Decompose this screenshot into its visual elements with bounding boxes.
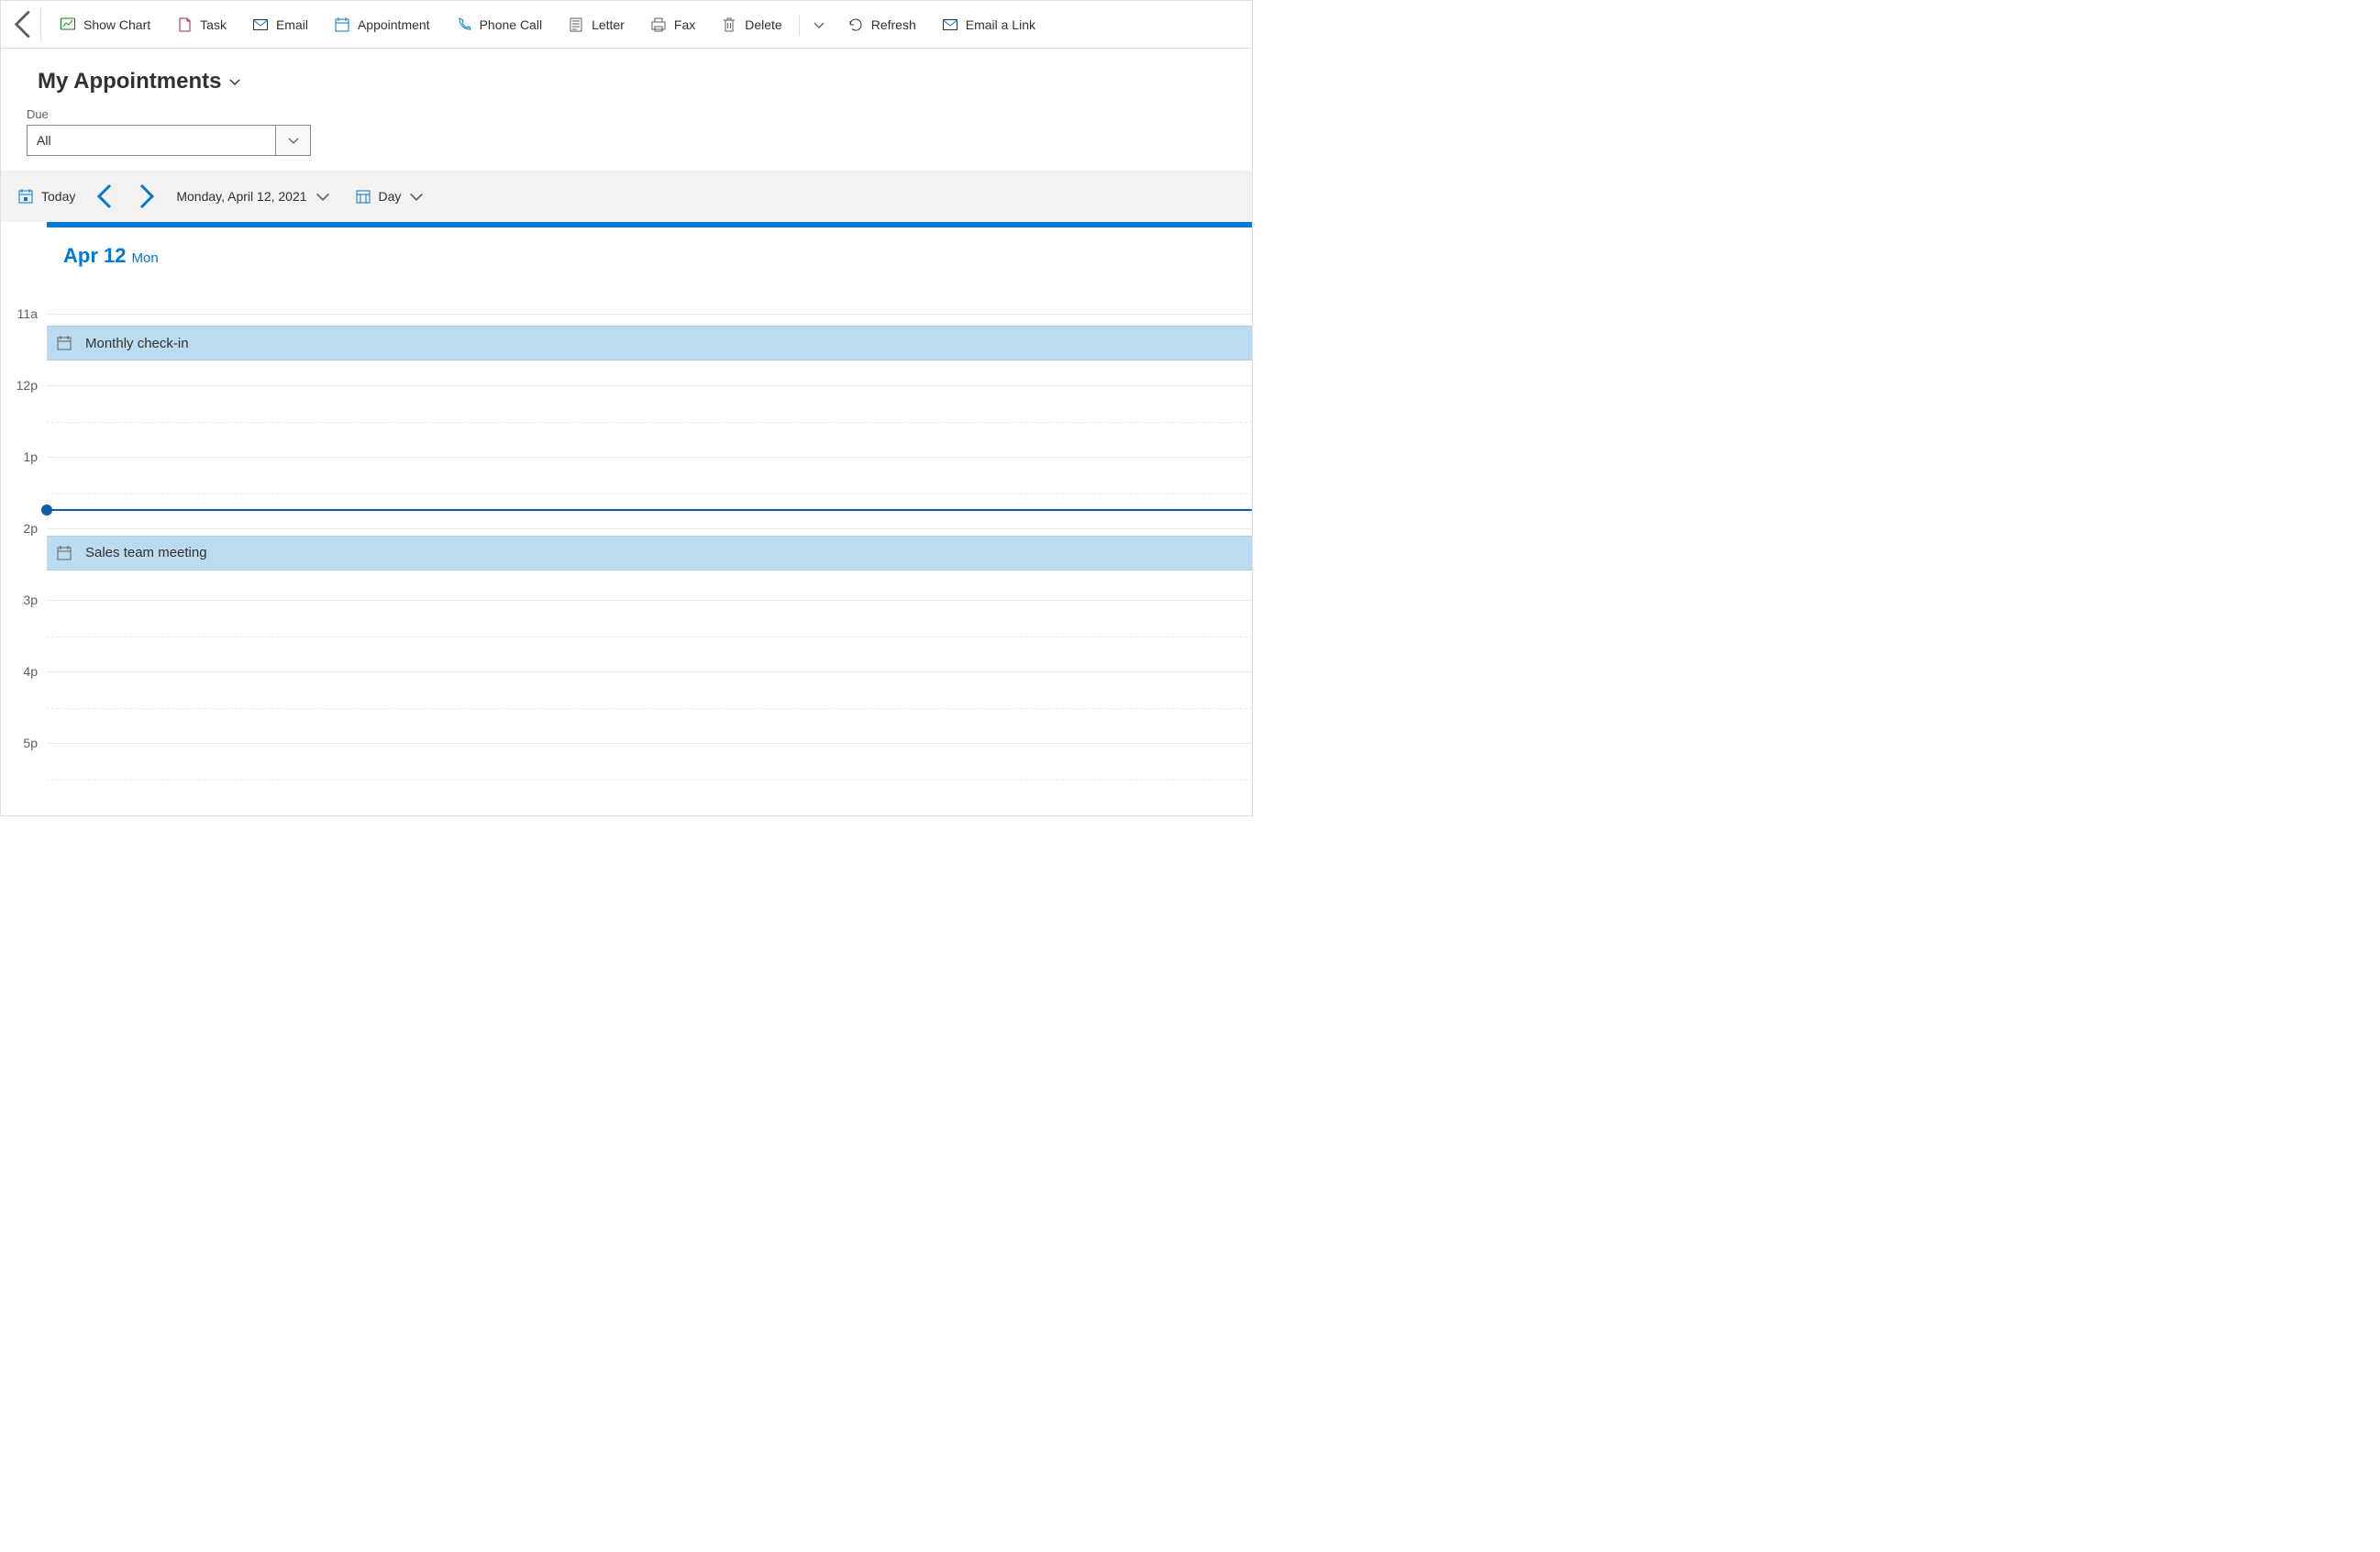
arrow-left-icon — [90, 180, 123, 213]
letter-label: Letter — [592, 17, 625, 32]
time-row: 5p — [1, 743, 1252, 815]
calendar-view-icon — [355, 188, 371, 205]
time-label: 2p — [1, 521, 47, 593]
current-date-label: Monday, April 12, 2021 — [176, 189, 306, 204]
time-slot[interactable] — [47, 457, 1252, 528]
refresh-button[interactable]: Refresh — [836, 8, 927, 41]
date-picker-button[interactable]: Monday, April 12, 2021 — [167, 180, 339, 213]
chevron-down-icon — [228, 75, 241, 88]
time-label: 11a — [1, 306, 47, 378]
separator — [799, 14, 800, 36]
email-link-label: Email a Link — [966, 17, 1035, 32]
email-icon — [252, 17, 269, 33]
today-button[interactable]: Today — [8, 180, 84, 213]
today-label: Today — [41, 189, 75, 204]
chevron-down-icon — [315, 188, 331, 205]
next-day-button[interactable] — [128, 180, 161, 213]
view-mode-button[interactable]: Day — [346, 180, 435, 213]
fax-button[interactable]: Fax — [639, 8, 706, 41]
email-link-icon — [942, 17, 958, 33]
chevron-down-icon — [813, 18, 825, 31]
task-button[interactable]: Task — [165, 8, 238, 41]
overflow-button[interactable] — [805, 8, 833, 41]
view-mode-label: Day — [379, 189, 402, 204]
refresh-label: Refresh — [871, 17, 916, 32]
delete-icon — [721, 17, 737, 33]
email-button[interactable]: Email — [241, 8, 319, 41]
task-label: Task — [200, 17, 227, 32]
time-label: 3p — [1, 593, 47, 664]
calendar-date: Apr 12 — [63, 244, 126, 268]
email-link-button[interactable]: Email a Link — [931, 8, 1046, 41]
command-bar: Show Chart Task Email Appointment Phone … — [1, 1, 1252, 49]
due-filter-block: Due All — [1, 104, 1252, 171]
arrow-right-icon — [128, 180, 161, 213]
prev-day-button[interactable] — [90, 180, 123, 213]
time-label: 5p — [1, 736, 47, 807]
phone-call-button[interactable]: Phone Call — [445, 8, 554, 41]
time-row: 4p — [1, 671, 1252, 743]
calendar-event[interactable]: Sales team meeting — [47, 536, 1252, 571]
event-title: Sales team meeting — [85, 545, 207, 560]
calendar-event[interactable]: Monthly check-in — [47, 326, 1252, 360]
chevron-down-icon — [287, 134, 300, 147]
calendar-day-header: Apr 12 Mon — [1, 227, 1252, 314]
chart-icon — [60, 17, 76, 33]
due-filter-label: Due — [27, 107, 1226, 121]
appointment-icon — [56, 545, 72, 561]
show-chart-label: Show Chart — [83, 17, 150, 32]
email-label: Email — [276, 17, 308, 32]
view-title: My Appointments — [38, 69, 221, 94]
current-time-indicator — [47, 509, 1252, 511]
arrow-left-icon — [8, 8, 40, 40]
calendar-today-icon — [17, 188, 34, 205]
appointment-button[interactable]: Appointment — [323, 8, 441, 41]
calendar-dow: Mon — [131, 250, 158, 266]
refresh-icon — [847, 17, 864, 33]
due-filter-chevron — [275, 126, 310, 155]
time-slot[interactable] — [47, 600, 1252, 671]
time-label: 1p — [1, 449, 47, 521]
time-slot[interactable] — [47, 743, 1252, 815]
view-header: My Appointments — [1, 49, 1252, 104]
appointment-label: Appointment — [358, 17, 430, 32]
time-row: 12p — [1, 385, 1252, 457]
time-label: 4p — [1, 664, 47, 736]
due-filter-value: All — [37, 133, 51, 148]
fax-label: Fax — [674, 17, 695, 32]
appointment-icon — [334, 17, 350, 33]
phone-icon — [456, 17, 472, 33]
fax-icon — [650, 17, 667, 33]
letter-button[interactable]: Letter — [557, 8, 636, 41]
task-icon — [176, 17, 193, 33]
time-row: 1p — [1, 457, 1252, 528]
delete-button[interactable]: Delete — [710, 8, 792, 41]
phone-call-label: Phone Call — [480, 17, 543, 32]
time-slot[interactable] — [47, 385, 1252, 457]
calendar-body: Apr 12 Mon 11a12p1p2p3p4p5pMonthly check… — [1, 222, 1252, 815]
calendar-nav-bar: Today Monday, April 12, 2021 Day — [1, 171, 1252, 222]
calendar-grid[interactable]: 11a12p1p2p3p4p5pMonthly check-inSales te… — [1, 314, 1252, 815]
letter-icon — [568, 17, 584, 33]
due-filter-select[interactable]: All — [27, 125, 311, 156]
show-chart-button[interactable]: Show Chart — [49, 8, 161, 41]
time-row: 3p — [1, 600, 1252, 671]
back-button[interactable] — [8, 8, 41, 41]
appointment-icon — [56, 335, 72, 351]
time-label: 12p — [1, 378, 47, 449]
time-slot[interactable] — [47, 671, 1252, 743]
view-selector[interactable]: My Appointments — [38, 69, 1226, 94]
delete-label: Delete — [745, 17, 781, 32]
event-title: Monthly check-in — [85, 336, 189, 351]
chevron-down-icon — [408, 188, 425, 205]
